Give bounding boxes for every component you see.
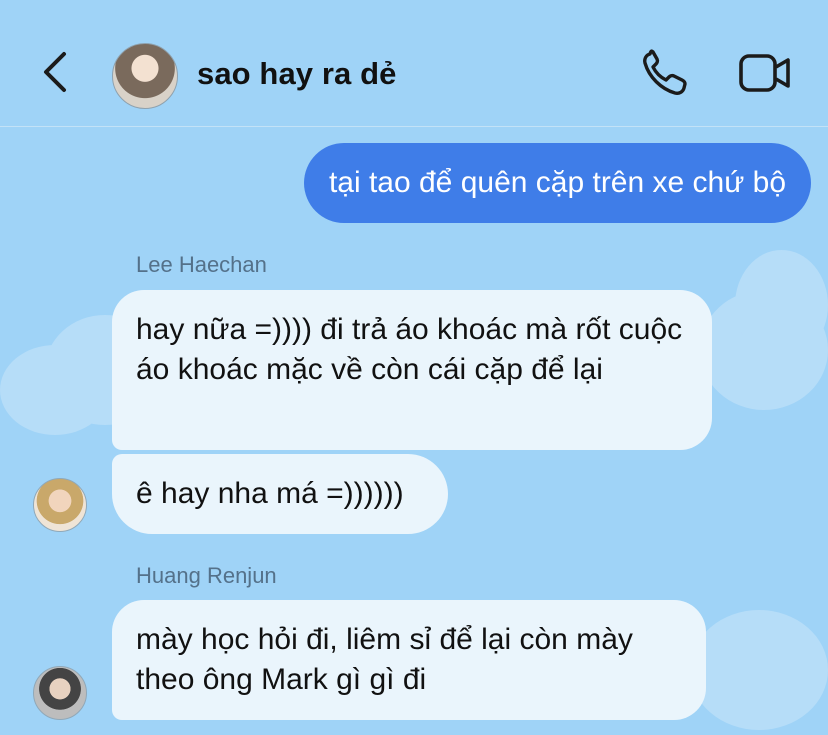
group-avatar[interactable] (112, 43, 178, 109)
sender-name: Lee Haechan (136, 252, 267, 277)
sender-avatar[interactable] (33, 478, 87, 532)
chat-header: sao hay ra dẻ (0, 0, 828, 127)
sender-avatar[interactable] (33, 666, 87, 720)
message-bubble-incoming[interactable]: mày học hỏi đi, liêm sỉ để lại còn mày t… (112, 600, 706, 720)
call-button[interactable] (640, 48, 690, 103)
message-bubble-incoming[interactable]: hay nữa =)))) đi trả áo khoác mà rốt cuộ… (112, 290, 712, 450)
chat-title[interactable]: sao hay ra dẻ (197, 56, 396, 92)
back-button[interactable] (38, 50, 76, 94)
video-camera-icon (739, 54, 790, 92)
video-call-button[interactable] (738, 52, 792, 99)
phone-icon (643, 49, 687, 95)
message-bubble-incoming[interactable]: ê hay nha má =)))))) (112, 454, 448, 534)
chevron-left-icon (44, 52, 66, 92)
sender-name: Huang Renjun (136, 563, 277, 588)
message-bubble-outgoing[interactable]: tại tao để quên cặp trên xe chứ bộ (303, 143, 811, 223)
